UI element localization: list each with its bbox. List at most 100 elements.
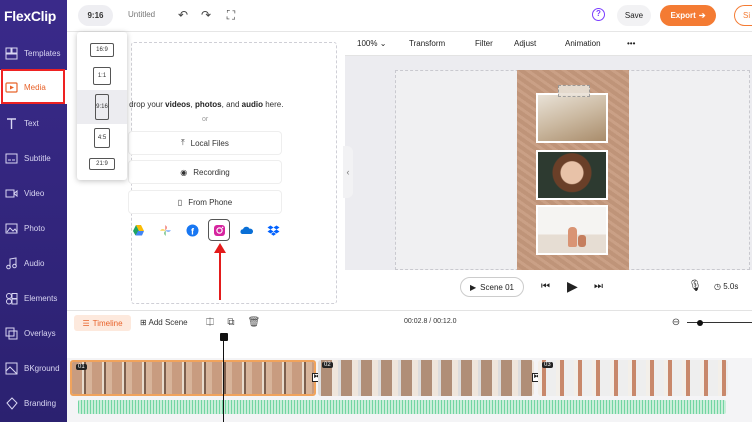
playhead-handle[interactable] — [220, 333, 228, 341]
text-icon — [5, 117, 18, 130]
sidebar-item-label: Video — [24, 188, 45, 198]
sidebar-item-background[interactable]: BKground — [0, 351, 67, 385]
ratio-option-4-5[interactable]: 4:5 — [77, 126, 127, 150]
help-icon[interactable]: ? — [592, 8, 605, 21]
recording-label: Recording — [193, 167, 230, 177]
split-icon[interactable]: ⎅ — [203, 316, 217, 330]
chevron-left-icon: ‹ — [346, 167, 350, 177]
local-files-button[interactable]: ⤒ Local Files — [129, 132, 281, 154]
sidebar-item-label: Templates — [24, 48, 61, 58]
sidebar-item-audio[interactable]: Audio — [0, 246, 67, 280]
app-logo[interactable]: FlexClip — [4, 8, 56, 24]
microphone-icon[interactable]: 🎙 — [688, 279, 702, 292]
zoom-value: 100% — [357, 39, 378, 48]
dropbox-icon[interactable] — [267, 224, 280, 237]
play-small-icon: ▶ — [470, 282, 477, 292]
audio-icon — [5, 256, 18, 270]
previous-icon[interactable]: ⏮ — [541, 281, 550, 292]
animation-button[interactable]: Animation — [565, 39, 601, 48]
sidebar-item-templates[interactable]: Templates — [0, 36, 67, 70]
facebook-icon[interactable]: f — [186, 224, 199, 237]
overlays-icon — [5, 327, 18, 340]
save-button[interactable]: Save — [617, 5, 651, 26]
collapse-panel-button[interactable]: ‹ — [343, 146, 353, 198]
phone-icon: ▯ — [177, 197, 183, 207]
timeline-toolbar: ☰ Timeline ⊞ Add Scene ⎅ ⧉ 🗑 00:02.8 / 00… — [67, 310, 752, 334]
next-icon[interactable]: ⏭ — [594, 281, 603, 292]
photo-woman-portrait[interactable] — [536, 150, 608, 200]
sidebar-item-photo[interactable]: Photo — [0, 211, 67, 245]
photo-vase[interactable] — [536, 205, 608, 255]
timeline-icon: ☰ — [82, 318, 90, 328]
from-phone-button[interactable]: ▯ From Phone — [129, 191, 281, 213]
ratio-option-9-16[interactable]: 9:16 — [77, 90, 127, 124]
aspect-ratio-button[interactable]: 9:16 — [78, 5, 113, 26]
timeline-clip[interactable]: 02 — [318, 360, 534, 396]
scene-canvas[interactable] — [517, 70, 629, 270]
clip-thumbnails — [538, 360, 728, 396]
sidebar-item-subtitle[interactable]: Subtitle — [0, 141, 67, 175]
annotation-arrow-head — [214, 243, 226, 253]
timeline-tab[interactable]: ☰ Timeline — [74, 315, 131, 331]
sidebar-item-overlays[interactable]: Overlays — [0, 316, 67, 350]
timeline-clip[interactable]: 01 — [70, 360, 316, 396]
adjust-button[interactable]: Adjust — [514, 39, 536, 48]
highlight-box — [1, 69, 65, 104]
ratio-option-21-9[interactable]: 21:9 — [77, 154, 127, 174]
scene-selector[interactable]: ▶ Scene 01 — [460, 277, 524, 297]
zoom-out-icon[interactable]: ⊖ — [669, 316, 683, 330]
sidebar-item-branding[interactable]: Branding — [0, 386, 67, 420]
sign-in-button[interactable]: Si — [734, 5, 752, 26]
more-options-icon[interactable]: ••• — [627, 39, 635, 48]
timeline-ruler[interactable] — [67, 334, 752, 358]
filter-button[interactable]: Filter — [475, 39, 493, 48]
play-icon[interactable]: ▶ — [567, 278, 578, 295]
redo-icon[interactable]: ↷ — [199, 8, 213, 22]
editor-toolbar: 100% ⌄ Transform Filter Adjust Animation… — [345, 32, 752, 56]
scene-duration[interactable]: ◷ 5.0s — [714, 282, 738, 291]
ratio-label: 9:16 — [95, 94, 109, 120]
timeline-time: 00:02.8 / 00:12.0 — [404, 318, 457, 325]
drop-text-photos: photos — [194, 100, 222, 109]
sidebar-item-text[interactable]: Text — [0, 106, 67, 140]
undo-icon[interactable]: ↶ — [176, 8, 190, 22]
zoom-select[interactable]: 100% ⌄ — [357, 39, 386, 48]
clock-icon: ◷ — [714, 282, 721, 291]
clip-label: 02 — [322, 362, 333, 368]
sidebar-item-label: Audio — [24, 258, 45, 268]
sidebar-item-label: Text — [24, 118, 39, 128]
drop-text-videos: videos — [165, 100, 191, 109]
sidebar-item-label: Photo — [24, 223, 45, 233]
onedrive-icon[interactable] — [240, 224, 253, 237]
tape-decoration — [558, 85, 590, 97]
export-label: Export — [670, 11, 696, 20]
or-separator: or — [202, 116, 209, 123]
audio-track[interactable] — [78, 400, 726, 414]
google-drive-icon[interactable] — [132, 224, 145, 237]
photo-pampas-grass[interactable] — [536, 93, 608, 143]
duration-value: 5.0s — [723, 282, 739, 291]
delete-icon[interactable]: 🗑 — [247, 316, 261, 330]
fullscreen-icon[interactable]: ⛶ — [224, 8, 238, 22]
export-button[interactable]: Export ➔ — [660, 5, 716, 26]
playhead[interactable] — [223, 334, 224, 422]
project-title[interactable]: Untitled — [128, 10, 155, 19]
subtitle-icon — [5, 152, 18, 165]
transform-button[interactable]: Transform — [409, 39, 445, 48]
zoom-slider-handle[interactable] — [697, 320, 703, 326]
scene-label: Scene 01 — [480, 282, 514, 292]
photo-icon — [5, 222, 18, 235]
timeline-tab-label: Timeline — [92, 318, 123, 328]
add-scene-button[interactable]: ⊞ Add Scene — [140, 318, 188, 327]
google-photos-icon[interactable] — [159, 224, 172, 237]
duplicate-icon[interactable]: ⧉ — [224, 316, 238, 330]
video-icon — [5, 187, 18, 200]
timeline-clip[interactable]: 03 — [538, 360, 728, 396]
ratio-option-16-9[interactable]: 16:9 — [77, 40, 127, 60]
upload-icon: ⤒ — [181, 138, 185, 147]
ratio-option-1-1[interactable]: 1:1 — [77, 64, 127, 88]
recording-button[interactable]: ◉ Recording — [129, 161, 281, 183]
audio-waveform — [78, 400, 726, 414]
sidebar-item-video[interactable]: Video — [0, 176, 67, 210]
sidebar-item-elements[interactable]: Elements — [0, 281, 67, 315]
